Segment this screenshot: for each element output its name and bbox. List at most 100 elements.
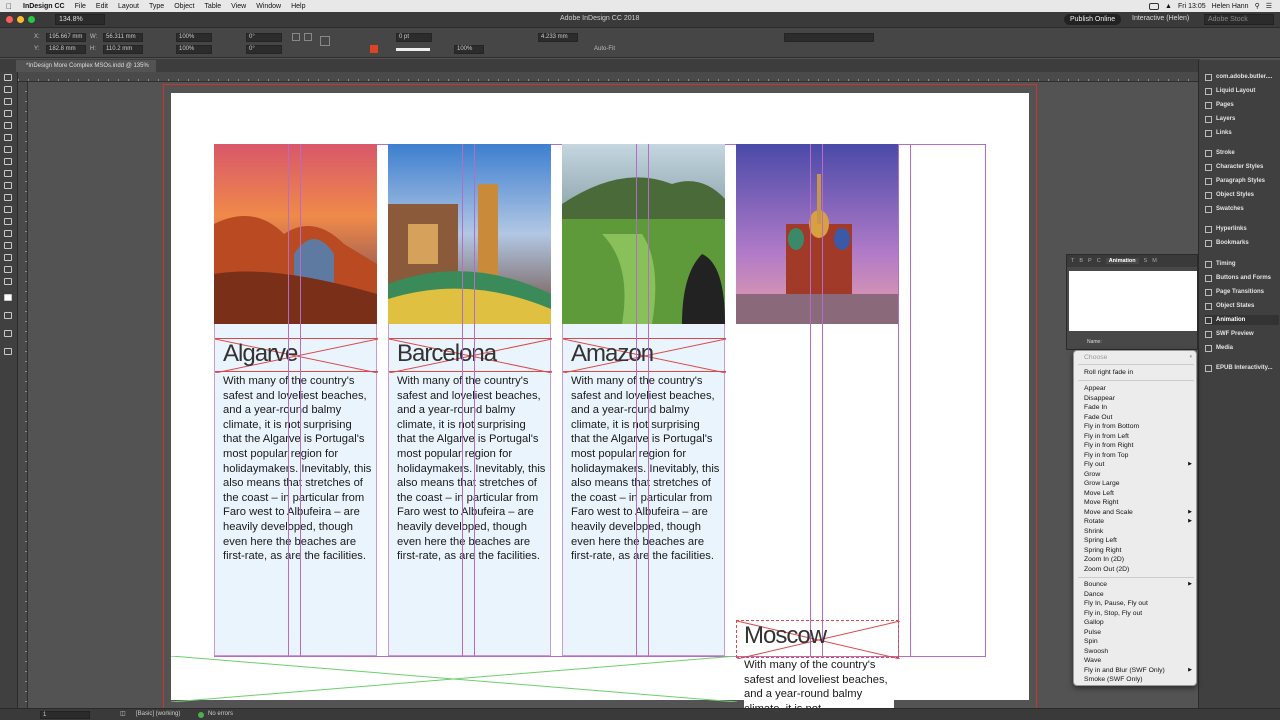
dock-pages[interactable]: Pages (1205, 100, 1234, 110)
formatting-affects-icon[interactable] (4, 312, 14, 321)
menu-window[interactable]: Window (251, 3, 286, 10)
dock-liquid-layout[interactable]: Liquid Layout (1205, 86, 1255, 96)
preset-item[interactable]: Spring Right (1084, 546, 1192, 555)
preset-item[interactable]: Dance (1084, 590, 1192, 599)
dock-hyperlinks[interactable]: Hyperlinks (1205, 224, 1247, 234)
preset-item[interactable]: Disappear (1084, 394, 1192, 403)
tab-m[interactable]: M (1152, 258, 1157, 264)
dock-object-states[interactable]: Object States (1205, 301, 1254, 311)
tab-p[interactable]: P (1088, 258, 1092, 264)
preset-item[interactable]: Fly in from Right (1084, 441, 1192, 450)
h-field[interactable]: 110.2 mm (103, 45, 143, 54)
scale-x-field[interactable]: 100% (176, 33, 212, 42)
preset-item[interactable]: Grow (1084, 470, 1192, 479)
preset-item[interactable]: Fly In, Pause, Fly out (1084, 599, 1192, 608)
dock-bookmarks[interactable]: Bookmarks (1205, 238, 1249, 248)
publish-online-button[interactable]: Publish Online (1064, 14, 1122, 25)
stroke-color-icon[interactable] (370, 45, 378, 53)
dock-animation[interactable]: Animation (1205, 315, 1279, 325)
preset-item[interactable]: Shrink (1084, 527, 1192, 536)
opacity-field[interactable]: 100% (454, 45, 484, 54)
battery-icon[interactable] (1149, 2, 1160, 10)
scale-y-field[interactable]: 100% (176, 45, 212, 54)
w-field[interactable]: 56.311 mm (103, 33, 143, 42)
selection-tool-icon[interactable] (4, 74, 14, 83)
stroke-weight-field[interactable]: 0 pt (396, 33, 432, 42)
rectangle-frame-tool-icon[interactable] (4, 182, 14, 191)
dock-links[interactable]: Links (1205, 128, 1232, 138)
note-tool-icon[interactable] (4, 242, 14, 251)
shear-field[interactable]: 0° (246, 45, 282, 54)
adobe-stock-search[interactable]: Adobe Stock (1204, 14, 1274, 25)
dock-swf-preview[interactable]: SWF Preview (1205, 329, 1254, 339)
dock-swatches[interactable]: Swatches (1205, 204, 1244, 214)
preset-item[interactable]: Spin (1084, 637, 1192, 646)
preset-item[interactable]: Rotate ▶ (1084, 517, 1192, 526)
menu-table[interactable]: Table (199, 3, 226, 10)
y-field[interactable]: 182.8 mm (46, 45, 86, 54)
gap-field[interactable]: 4.233 mm (538, 33, 578, 42)
tab-b[interactable]: B (1079, 258, 1083, 264)
preset-item[interactable]: Bounce ▶ (1084, 580, 1192, 589)
workspace-switcher[interactable]: Interactive (Helen) (1132, 15, 1189, 22)
apple-menu-icon[interactable]:  (0, 2, 18, 11)
preset-item[interactable]: Fly in, Stop, Fly out (1084, 609, 1192, 618)
photo-amazon[interactable] (562, 144, 725, 324)
zoom-level-field[interactable]: 134.8% (55, 14, 105, 25)
preset-item[interactable]: Gallop (1084, 618, 1192, 627)
preset-item[interactable]: Pulse (1084, 628, 1192, 637)
preset-item[interactable]: Move and Scale ▶ (1084, 508, 1192, 517)
free-transform-tool-icon[interactable] (4, 218, 14, 227)
dock-stroke[interactable]: Stroke (1205, 148, 1235, 158)
eyedropper-tool-icon[interactable] (4, 254, 14, 263)
preset-item[interactable]: Move Left (1084, 489, 1192, 498)
preset-item[interactable]: Appear (1084, 384, 1192, 393)
preset-item[interactable]: Fade Out (1084, 413, 1192, 422)
rectangle-tool-icon[interactable] (4, 194, 14, 203)
document-tab[interactable]: *InDesign More Complex MSOs.indd @ 135% (16, 60, 156, 72)
card-moscow[interactable] (736, 144, 899, 324)
close-window-icon[interactable] (6, 16, 13, 23)
hand-tool-icon[interactable] (4, 266, 14, 275)
wifi-icon[interactable]: ▲ (1165, 3, 1172, 10)
text-frame-algarve[interactable]: Algarve With many of the country's safes… (214, 324, 378, 656)
tab-t[interactable]: T (1071, 258, 1074, 264)
pasteboard[interactable]: Algarve With many of the country's safes… (28, 82, 1198, 708)
tab-s[interactable]: S (1144, 258, 1148, 264)
menu-help[interactable]: Help (286, 3, 310, 10)
fill-stroke-icon[interactable] (4, 294, 14, 303)
dock-object-styles[interactable]: Object Styles (1205, 190, 1254, 200)
menu-file[interactable]: File (70, 3, 91, 10)
dock-media[interactable]: Media (1205, 343, 1233, 353)
content-collector-icon[interactable] (4, 122, 14, 131)
user-name[interactable]: Helen Hann (1212, 3, 1249, 10)
preset-item[interactable]: Swoosh (1084, 647, 1192, 656)
card-title[interactable]: Algarve (223, 340, 298, 368)
gradient-tool-icon[interactable] (4, 230, 14, 239)
card-body[interactable]: With many of the country's safest and lo… (571, 374, 721, 564)
dock-paragraph-styles[interactable]: Paragraph Styles (1205, 176, 1265, 186)
x-field[interactable]: 195.667 mm (46, 33, 86, 42)
preset-item[interactable]: Wave (1084, 656, 1192, 665)
type-tool-icon[interactable] (4, 134, 14, 143)
pen-tool-icon[interactable] (4, 158, 14, 167)
stroke-type-preview[interactable] (396, 48, 430, 51)
card-title[interactable]: Barcelona (397, 340, 497, 368)
page-number-field[interactable]: 1 (40, 711, 90, 719)
page-tool-icon[interactable] (4, 98, 14, 107)
preset-item[interactable]: Zoom In (2D) (1084, 555, 1192, 564)
tab-c[interactable]: C (1097, 258, 1101, 264)
moscow-title[interactable]: Moscow (744, 622, 827, 650)
menu-list-icon[interactable]: ☰ (1266, 2, 1272, 10)
maximize-window-icon[interactable] (28, 16, 35, 23)
tab-animation[interactable]: Animation (1105, 258, 1139, 264)
dock-buttons-forms[interactable]: Buttons and Forms (1205, 273, 1271, 283)
preset-item[interactable]: Move Right (1084, 498, 1192, 507)
menu-layout[interactable]: Layout (113, 3, 144, 10)
dock-character-styles[interactable]: Character Styles (1205, 162, 1263, 172)
preset-item[interactable]: Fly in from Bottom (1084, 422, 1192, 431)
minimize-window-icon[interactable] (17, 16, 24, 23)
card-title[interactable]: Amazon (571, 340, 654, 368)
card-body[interactable]: With many of the country's safest and lo… (223, 374, 373, 564)
menu-type[interactable]: Type (144, 3, 169, 10)
